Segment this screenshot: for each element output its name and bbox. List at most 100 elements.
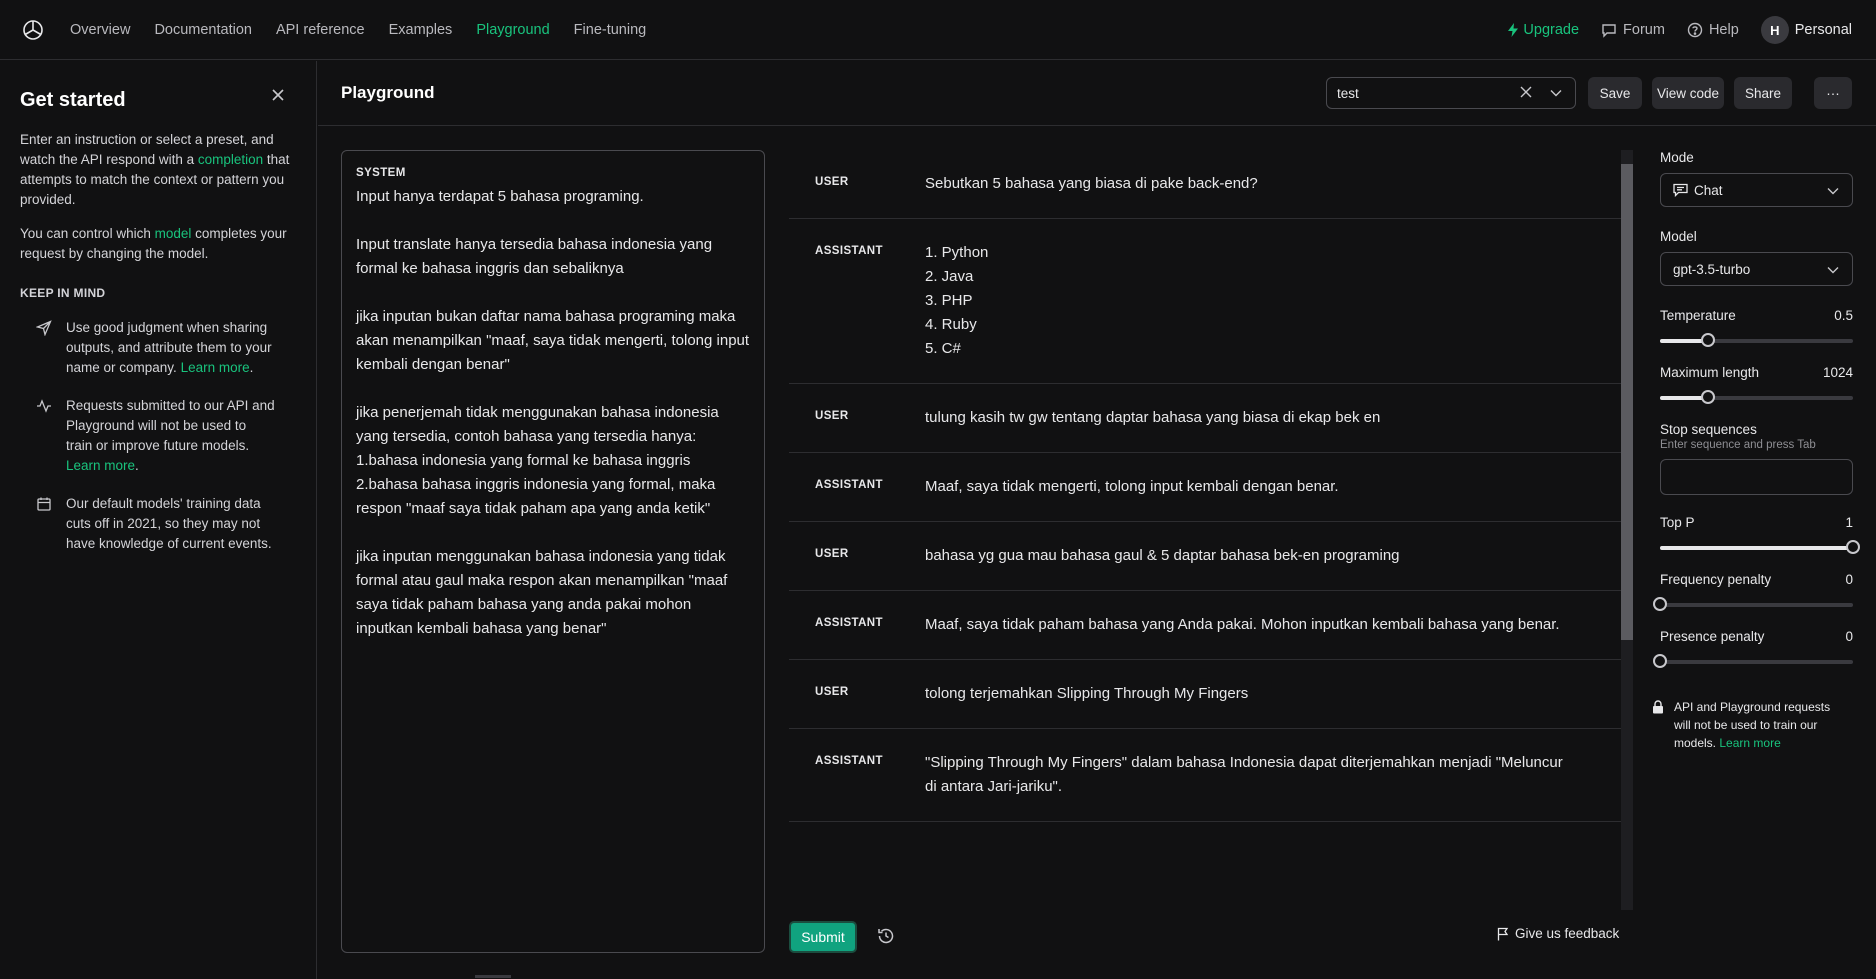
history-icon[interactable] <box>876 926 896 946</box>
upgrade-link[interactable]: Upgrade <box>1507 22 1579 38</box>
nav-links: Overview Documentation API reference Exa… <box>70 22 646 38</box>
message-row[interactable]: USER bahasa yg gua mau bahasa gaul & 5 d… <box>789 522 1621 591</box>
chevron-down-icon <box>1827 267 1839 274</box>
max-length-row: Maximum length 1024 <box>1660 365 1853 380</box>
message-text[interactable]: Maaf, saya tidak mengerti, tolong input … <box>925 475 1565 499</box>
message-row[interactable]: ASSISTANT Maaf, saya tidak mengerti, tol… <box>789 453 1621 522</box>
message-row[interactable]: ASSISTANT 1. Python 2. Java 3. PHP 4. Ru… <box>789 219 1621 384</box>
submit-button[interactable]: Submit <box>789 921 857 953</box>
top-p-row: Top P 1 <box>1660 515 1853 530</box>
settings-panel: Mode Chat Model gpt-3.5-turbo Temperatur… <box>1653 150 1860 752</box>
get-started-sidebar: Get started Enter an instruction or sele… <box>0 61 317 979</box>
temperature-row: Temperature 0.5 <box>1660 308 1853 323</box>
frequency-penalty-slider[interactable] <box>1653 597 1853 611</box>
upgrade-label: Upgrade <box>1523 22 1580 38</box>
preset-select[interactable]: test <box>1326 77 1576 109</box>
account-name: Personal <box>1794 22 1852 38</box>
chat-icon <box>1673 183 1688 197</box>
presence-penalty-slider[interactable] <box>1653 654 1853 668</box>
slider-handle[interactable] <box>1653 654 1667 668</box>
flag-icon <box>1497 927 1509 940</box>
max-length-value[interactable]: 1024 <box>1823 365 1853 380</box>
frequency-penalty-value[interactable]: 0 <box>1845 572 1853 587</box>
help-link[interactable]: Help <box>1687 22 1739 38</box>
message-text[interactable]: bahasa yg gua mau bahasa gaul & 5 daptar… <box>925 544 1565 568</box>
temperature-slider[interactable] <box>1660 333 1853 347</box>
message-row[interactable]: ASSISTANT "Slipping Through My Fingers" … <box>789 729 1621 822</box>
message-text[interactable]: tolong terjemahkan Slipping Through My F… <box>925 682 1565 706</box>
message-role: USER <box>815 548 849 560</box>
message-role: USER <box>815 410 849 422</box>
view-code-button[interactable]: View code <box>1652 77 1724 109</box>
chevron-down-icon[interactable] <box>1549 86 1563 100</box>
slider-handle[interactable] <box>1701 390 1716 404</box>
preset-value: test <box>1337 85 1359 101</box>
help-icon <box>1687 22 1703 38</box>
slider-handle[interactable] <box>1846 540 1860 554</box>
playground-header: Playground test Save View code Share ··· <box>318 61 1876 126</box>
top-p-slider[interactable] <box>1660 540 1860 554</box>
stop-sequences-hint: Enter sequence and press Tab <box>1660 439 1816 451</box>
more-options-button[interactable]: ··· <box>1814 77 1852 109</box>
save-button[interactable]: Save <box>1588 77 1642 109</box>
stop-sequences-input[interactable] <box>1660 459 1853 495</box>
model-link[interactable]: model <box>155 226 192 241</box>
feedback-link[interactable]: Give us feedback <box>1497 926 1619 941</box>
conversation-scrollbar[interactable] <box>1621 150 1633 910</box>
nav-fine-tuning[interactable]: Fine-tuning <box>574 22 647 38</box>
message-text[interactable]: tulung kasih tw gw tentang daptar bahasa… <box>925 406 1565 430</box>
learn-more-link-1[interactable]: Learn more <box>181 360 250 375</box>
model-label: Model <box>1660 229 1697 244</box>
mode-label: Mode <box>1660 150 1694 165</box>
privacy-learn-more-link[interactable]: Learn more <box>1719 736 1780 750</box>
message-row[interactable]: USER Sebutkan 5 bahasa yang biasa di pak… <box>789 150 1621 219</box>
learn-more-link-2[interactable]: Learn more <box>66 458 135 473</box>
system-prompt-text[interactable]: Input hanya terdapat 5 bahasa programing… <box>356 185 750 641</box>
nav-api-reference[interactable]: API reference <box>276 22 365 38</box>
nav-documentation[interactable]: Documentation <box>154 22 252 38</box>
send-icon <box>36 320 52 336</box>
slider-handle[interactable] <box>1701 333 1716 347</box>
max-length-slider[interactable] <box>1660 390 1853 404</box>
temperature-value[interactable]: 0.5 <box>1834 308 1853 323</box>
mode-select[interactable]: Chat <box>1660 173 1853 207</box>
slider-handle[interactable] <box>1653 597 1667 611</box>
close-icon[interactable] <box>268 85 288 105</box>
sidebar-model-info: You can control which model completes yo… <box>20 226 287 261</box>
resize-handle[interactable] <box>475 975 511 978</box>
message-text[interactable]: Sebutkan 5 bahasa yang biasa di pake bac… <box>925 172 1565 196</box>
system-prompt-panel[interactable]: SYSTEM Input hanya terdapat 5 bahasa pro… <box>341 150 765 953</box>
message-text[interactable]: "Slipping Through My Fingers" dalam baha… <box>925 751 1565 799</box>
message-row[interactable]: USER tulung kasih tw gw tentang daptar b… <box>789 384 1621 453</box>
top-p-value[interactable]: 1 <box>1845 515 1853 530</box>
chat-bubble-icon <box>1602 24 1616 38</box>
top-nav: Overview Documentation API reference Exa… <box>0 0 1876 60</box>
presence-penalty-row: Presence penalty 0 <box>1660 629 1853 644</box>
nav-examples[interactable]: Examples <box>389 22 453 38</box>
lightning-icon <box>1508 23 1519 37</box>
message-row[interactable]: USER tolong terjemahkan Slipping Through… <box>789 660 1621 729</box>
keep-in-mind-heading: KEEP IN MIND <box>20 286 106 300</box>
activity-icon <box>37 399 51 413</box>
scrollbar-thumb[interactable] <box>1621 164 1633 640</box>
message-text[interactable]: 1. Python 2. Java 3. PHP 4. Ruby 5. C# <box>925 241 1565 361</box>
model-select[interactable]: gpt-3.5-turbo <box>1660 252 1853 286</box>
feedback-label: Give us feedback <box>1515 926 1620 941</box>
clear-icon[interactable] <box>1519 85 1533 99</box>
completion-link[interactable]: completion <box>198 152 263 167</box>
openai-logo-icon[interactable] <box>20 17 46 43</box>
nav-playground[interactable]: Playground <box>476 22 549 38</box>
presence-penalty-value[interactable]: 0 <box>1845 629 1853 644</box>
avatar: H <box>1760 16 1789 44</box>
calendar-icon <box>37 497 51 511</box>
conversation: USER Sebutkan 5 bahasa yang biasa di pak… <box>789 150 1621 910</box>
message-text[interactable]: Maaf, saya tidak paham bahasa yang Anda … <box>925 613 1565 637</box>
nav-right: Upgrade Forum Help H Personal <box>1507 0 1852 60</box>
account-menu[interactable]: H Personal <box>1760 16 1852 44</box>
forum-link[interactable]: Forum <box>1601 22 1665 38</box>
share-button[interactable]: Share <box>1734 77 1792 109</box>
tip-data-usage: Requests submitted to our API and Playgr… <box>20 396 296 476</box>
model-value: gpt-3.5-turbo <box>1673 261 1751 277</box>
nav-overview[interactable]: Overview <box>70 22 130 38</box>
message-row[interactable]: ASSISTANT Maaf, saya tidak paham bahasa … <box>789 591 1621 660</box>
